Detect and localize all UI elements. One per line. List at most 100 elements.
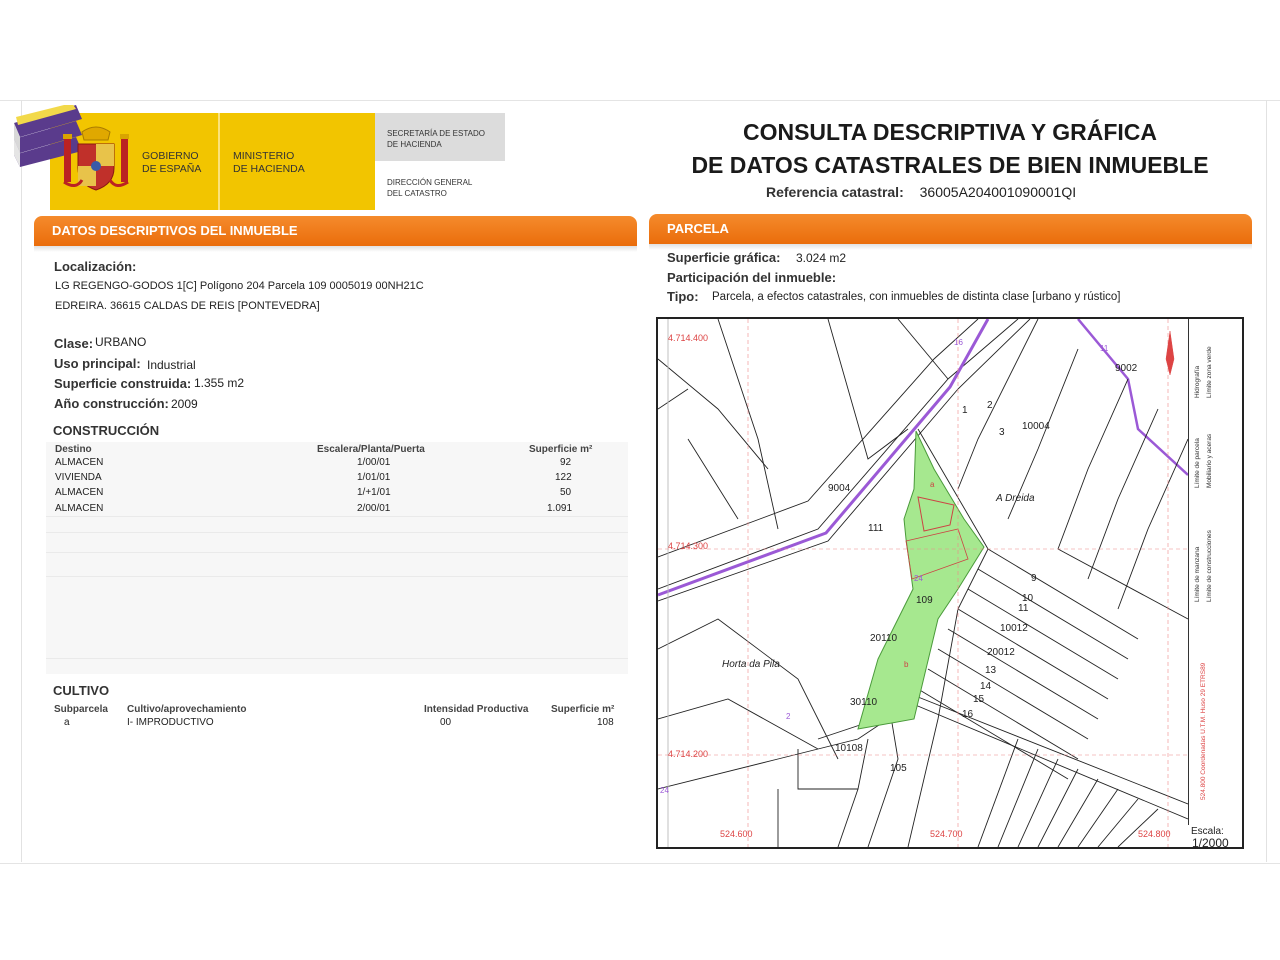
label-9004: 9004 xyxy=(828,483,851,494)
legend-zona-verde: Límite zona verde xyxy=(1206,346,1213,398)
secretaria-line2: DE HACIENDA xyxy=(387,140,442,149)
tipo-value: Parcela, a efectos catastrales, con inmu… xyxy=(712,291,1121,303)
clase-value: URBANO xyxy=(95,335,147,349)
cultivo-title: CULTIVO xyxy=(53,683,110,698)
legend-limite-manzana: Límite de manzana xyxy=(1194,546,1201,602)
gobierno-text: GOBIERNO DE ESPAÑA xyxy=(142,150,201,176)
map-drawing: 4.714.400 4.714.300 4.714.200 524.600 52… xyxy=(658,319,1188,847)
cultivo-superficie: 108 xyxy=(597,717,614,728)
table-line-2 xyxy=(46,532,628,533)
anio-label: Año construcción: xyxy=(54,396,169,411)
col-escalera: Escalera/Planta/Puerta xyxy=(317,444,425,455)
secretaria-text: SECRETARÍA DE ESTADO DE HACIENDA xyxy=(387,128,485,150)
coord-n400: 4.714.400 xyxy=(668,333,708,343)
table-line-5 xyxy=(46,658,628,659)
ref-value: 36005A204001090001QI xyxy=(919,184,1077,200)
row2-superficie: 122 xyxy=(555,472,572,483)
ministerio-line2: DE HACIENDA xyxy=(233,163,305,175)
parcela-bar: PARCELA xyxy=(649,214,1252,244)
cultivo-aprovechamiento: I- IMPRODUCTIVO xyxy=(127,717,214,728)
sup-grafica-label: Superficie gráfica: xyxy=(667,250,781,265)
ministerio-line1: MINISTERIO xyxy=(233,150,295,162)
ref-label: Referencia catastral: xyxy=(766,184,904,200)
col-destino: Destino xyxy=(55,444,92,455)
col-superficie-cultivo: Superficie m² xyxy=(551,704,615,715)
row4-superficie: 1.091 xyxy=(547,503,573,514)
row2-escalera: 1/01/01 xyxy=(357,472,391,483)
uso-value: Industrial xyxy=(147,358,196,372)
label-15: 15 xyxy=(973,694,985,705)
road-label-16: 16 xyxy=(954,338,963,347)
participacion-label: Participación del inmueble: xyxy=(667,270,837,285)
row2-destino: VIVIENDA xyxy=(55,472,102,483)
table-line-4 xyxy=(46,576,628,577)
scale-value: 1/2000 xyxy=(1192,836,1229,850)
row1-escalera: 1/00/01 xyxy=(357,457,391,468)
label-10004: 10004 xyxy=(1022,421,1050,432)
clase-label: Clase: xyxy=(54,336,94,351)
coord-e800: 524.800 xyxy=(1138,829,1171,839)
gobierno-line2: DE ESPAÑA xyxy=(142,163,202,175)
cultivo-subparcela: a xyxy=(64,717,70,728)
subparcel-a: a xyxy=(930,480,935,489)
row3-destino: ALMACEN xyxy=(55,487,104,498)
direccion-line2: DEL CATASTRO xyxy=(387,189,447,198)
label-105: 105 xyxy=(890,763,907,774)
cultivo-intensidad: 00 xyxy=(440,717,452,728)
referencia-catastral: Referencia catastral: 36005A204001090001… xyxy=(766,184,1076,200)
superficie-label: Superficie construida: xyxy=(54,376,192,391)
legend-hidrografia: Hidrografía xyxy=(1194,365,1201,398)
title-line2: DE DATOS CATASTRALES DE BIEN INMUEBLE xyxy=(691,152,1209,178)
col-intensidad: Intensidad Productiva xyxy=(424,704,529,715)
coat-of-arms-icon xyxy=(63,126,129,191)
tipo-label: Tipo: xyxy=(667,289,699,304)
label-10108: 10108 xyxy=(835,743,863,754)
legend-limite-parcela: Límite de parcela xyxy=(1194,438,1201,488)
subparcel-b: b xyxy=(904,660,909,669)
label-111: 111 xyxy=(868,523,884,534)
datos-descriptivos-title: DATOS DESCRIPTIVOS DEL INMUEBLE xyxy=(52,223,298,238)
legend-divider xyxy=(1188,319,1189,825)
localizacion-label: Localización: xyxy=(54,259,137,274)
legend-coordinates: 524.800 Coordenadas U.T.M. Huso 29 ETRS8… xyxy=(1200,662,1207,800)
col-subparcela: Subparcela xyxy=(54,704,108,715)
datos-descriptivos-bar: DATOS DESCRIPTIVOS DEL INMUEBLE xyxy=(34,216,637,246)
row4-destino: ALMACEN xyxy=(55,503,104,514)
row4-escalera: 2/00/01 xyxy=(357,503,391,514)
construccion-title: CONSTRUCCIÓN xyxy=(53,423,160,438)
construccion-table xyxy=(46,442,628,674)
localizacion-line1: LG REGENGO-GODOS 1[C] Polígono 204 Parce… xyxy=(55,280,424,292)
direccion-line1: DIRECCIÓN GENERAL xyxy=(387,178,473,187)
label-20012: 20012 xyxy=(987,647,1015,658)
coord-n300: 4.714.300 xyxy=(668,541,708,551)
north-arrow-icon xyxy=(1165,330,1175,376)
secretaria-line1: SECRETARÍA DE ESTADO xyxy=(387,129,485,138)
localizacion-line2: EDREIRA. 36615 CALDAS DE REIS [PONTEVEDR… xyxy=(55,300,320,312)
col-superficie: Superficie m² xyxy=(529,444,593,455)
row1-superficie: 92 xyxy=(560,457,572,468)
document-title: CONSULTA DESCRIPTIVA Y GRÁFICA DE DATOS … xyxy=(650,116,1250,182)
label-1: 1 xyxy=(962,405,968,416)
legend-mobiliario: Mobiliario y aceras xyxy=(1206,433,1213,488)
road-label-2: 2 xyxy=(786,712,791,721)
label-11: 11 xyxy=(1018,603,1029,614)
uso-label: Uso principal: xyxy=(54,356,141,371)
road-label-11: 11 xyxy=(1100,344,1109,353)
gobierno-line1: GOBIERNO xyxy=(142,150,199,162)
label-2: 2 xyxy=(987,400,993,411)
coord-n200: 4.714.200 xyxy=(668,749,708,759)
table-line-3 xyxy=(46,552,628,553)
label-9: 9 xyxy=(1031,573,1037,584)
anio-value: 2009 xyxy=(171,397,198,411)
ministerio-text: MINISTERIO DE HACIENDA xyxy=(233,150,305,176)
row3-superficie: 50 xyxy=(560,487,572,498)
legend-limite-construcciones: Límite de construcciones xyxy=(1206,530,1213,602)
place-horta-da-pila: Horta da Pila xyxy=(722,659,780,670)
sup-grafica-value: 3.024 m2 xyxy=(796,251,847,265)
label-109: 109 xyxy=(916,595,933,606)
label-14: 14 xyxy=(980,681,992,692)
direccion-text: DIRECCIÓN GENERAL DEL CATASTRO xyxy=(387,177,472,199)
bar-shadow-left xyxy=(34,246,637,252)
coord-e700: 524.700 xyxy=(930,829,963,839)
table-line-1 xyxy=(46,516,628,517)
